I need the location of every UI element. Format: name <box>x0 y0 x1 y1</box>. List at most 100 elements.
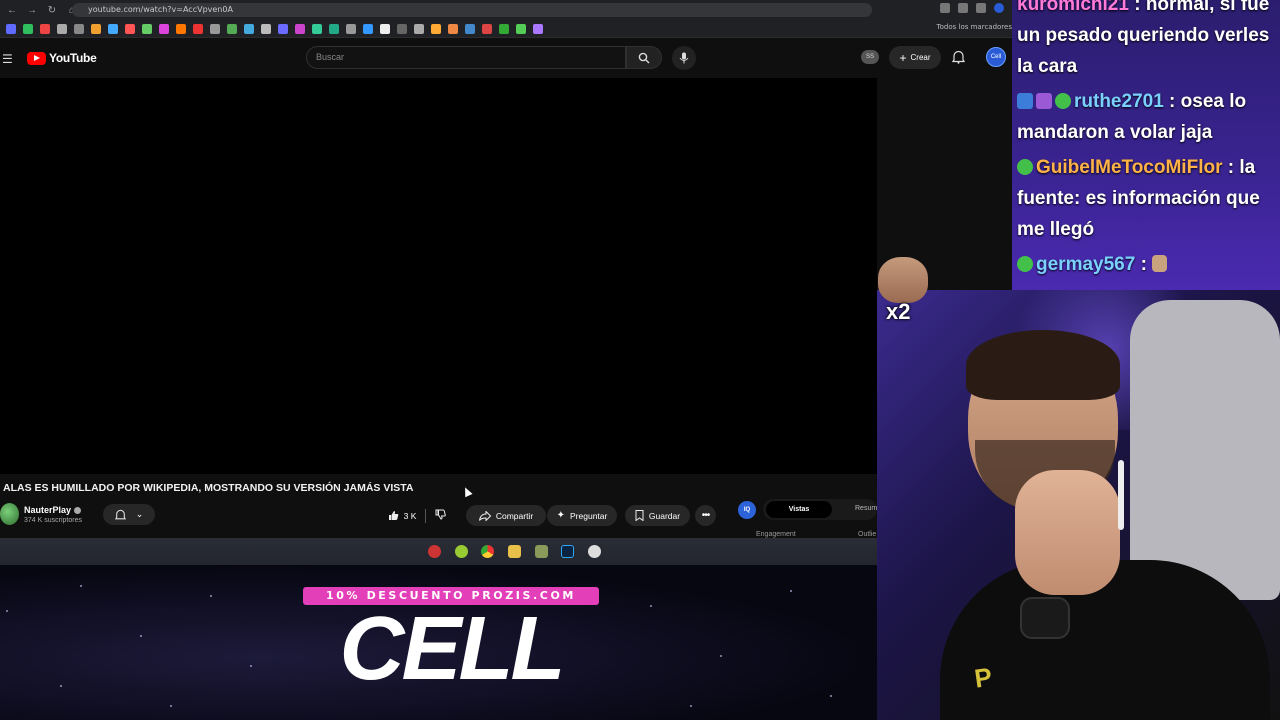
save-button[interactable]: Guardar <box>625 505 690 526</box>
bookmark-icon[interactable] <box>6 23 16 34</box>
account-avatar[interactable]: Cell <box>986 47 1006 67</box>
emote-icon <box>1152 255 1168 272</box>
bookmark-icon[interactable] <box>397 23 407 34</box>
bookmark-icon[interactable] <box>159 23 169 34</box>
extension-icon[interactable] <box>976 3 986 13</box>
bookmark-icon[interactable] <box>329 23 339 34</box>
like-dislike-group: 3 K <box>377 505 457 526</box>
menu-icon[interactable]: ☰ <box>2 52 13 66</box>
extension-logo[interactable]: IQ <box>738 501 756 519</box>
dislike-button[interactable] <box>435 509 447 522</box>
bookmark-icon <box>635 510 644 521</box>
youtube-play-icon <box>27 51 46 65</box>
bookmark-icon[interactable] <box>516 23 526 34</box>
bookmark-icon[interactable] <box>125 23 135 34</box>
thumbs-up-icon <box>388 511 398 520</box>
bookmark-icon[interactable] <box>499 23 509 34</box>
engagement-label[interactable]: Engagement <box>756 531 796 538</box>
channel-avatar[interactable] <box>0 503 19 525</box>
video-title: ALAS ES HUMILLADO POR WIKIPEDIA, MOSTRAN… <box>3 482 414 494</box>
address-bar: ← → ↻ ⌂ youtube.com/watch?v=AccVpven0A <box>0 0 1012 20</box>
notifications-button[interactable] <box>951 50 966 69</box>
chat-message: germay567 : <box>1017 249 1276 280</box>
chrome-icon[interactable] <box>481 545 494 558</box>
bell-icon <box>114 509 126 519</box>
create-label: Crear <box>910 53 931 62</box>
channel-name-text[interactable]: NauterPlay <box>24 505 71 515</box>
chat-username: germay567 <box>1036 254 1136 275</box>
bookmark-icon[interactable] <box>346 23 356 34</box>
bookmark-icon[interactable] <box>142 23 152 34</box>
bookmark-icon[interactable] <box>261 23 271 34</box>
bookmark-icon[interactable] <box>380 23 390 34</box>
bookmark-icon[interactable] <box>40 23 50 34</box>
search-button[interactable] <box>626 46 662 69</box>
bookmark-icon[interactable] <box>244 23 254 34</box>
badge-icon <box>1017 256 1033 272</box>
subscription-bell-button[interactable]: ⌄ <box>103 504 155 525</box>
plus-icon: + <box>899 50 907 65</box>
back-icon[interactable]: ← <box>4 2 20 18</box>
ss-badge[interactable]: SS <box>861 50 879 64</box>
video-player[interactable] <box>0 78 877 474</box>
like-divider <box>425 508 427 523</box>
tab-vistas[interactable]: Vistas <box>766 501 832 518</box>
all-bookmarks-label[interactable]: Todos los marcadores <box>937 23 1012 31</box>
chat-message: kuromichi21 : normal, si fue un pesado q… <box>1017 0 1276 82</box>
bookmark-icon[interactable] <box>108 23 118 34</box>
extension-icon[interactable] <box>958 3 968 13</box>
bookmark-icon[interactable] <box>363 23 373 34</box>
thumbs-down-icon <box>435 509 447 520</box>
bookmark-icon[interactable] <box>23 23 33 34</box>
bookmark-icon[interactable] <box>414 23 424 34</box>
bookmark-icon[interactable] <box>74 23 84 34</box>
bookmark-icon[interactable] <box>193 23 203 34</box>
bookmark-icon[interactable] <box>431 23 441 34</box>
earphone-cable <box>1118 460 1124 530</box>
bookmark-icon[interactable] <box>57 23 67 34</box>
bookmark-icon[interactable] <box>482 23 492 34</box>
like-button[interactable]: 3 K <box>388 510 416 521</box>
share-button[interactable]: Compartir <box>466 505 546 526</box>
profile-icon[interactable] <box>994 3 1004 13</box>
chat-message: ruthe2701 : osea lo mandaron a volar jaj… <box>1017 86 1276 148</box>
badge-icon <box>1017 159 1033 175</box>
channel-name[interactable]: NauterPlay <box>24 505 82 515</box>
youtube-header: ☰ YouTube Buscar SS + Crear Cell <box>0 38 1012 78</box>
ask-button[interactable]: ✦ Preguntar <box>547 505 617 526</box>
promo-brand-text: CELL <box>339 599 566 699</box>
bookmark-icon[interactable] <box>533 23 543 34</box>
search-input[interactable]: Buscar <box>306 46 626 69</box>
app-icon[interactable] <box>455 545 468 558</box>
app-icon[interactable] <box>535 545 548 558</box>
youtube-logo[interactable]: YouTube <box>27 51 97 65</box>
chat-message: GuibelMeTocoMiFlor : la fuente: es infor… <box>1017 152 1276 245</box>
app-icon[interactable] <box>428 545 441 558</box>
voice-search-button[interactable] <box>672 46 696 70</box>
reload-icon[interactable]: ↻ <box>44 2 60 18</box>
bookmark-icon[interactable] <box>227 23 237 34</box>
badge-icon <box>1055 93 1071 109</box>
more-actions-button[interactable]: ••• <box>695 505 716 526</box>
bookmark-icon[interactable] <box>210 23 220 34</box>
photoshop-icon[interactable] <box>561 545 574 558</box>
app-icon[interactable] <box>588 545 601 558</box>
forward-icon[interactable]: → <box>24 2 40 18</box>
folder-icon[interactable] <box>508 545 521 558</box>
bookmark-icon[interactable] <box>448 23 458 34</box>
ask-label: Preguntar <box>570 510 608 521</box>
create-button[interactable]: + Crear <box>889 46 941 69</box>
extension-icon[interactable] <box>940 3 950 13</box>
bookmark-icon[interactable] <box>176 23 186 34</box>
bookmark-icon[interactable] <box>295 23 305 34</box>
bookmark-icon[interactable] <box>465 23 475 34</box>
microphone-icon <box>679 52 689 64</box>
outlier-label[interactable]: Outlie <box>858 531 876 538</box>
tab-resumen[interactable]: Resum <box>855 505 877 512</box>
bookmark-icon[interactable] <box>312 23 322 34</box>
stream-frame: ← → ↻ ⌂ youtube.com/watch?v=AccVpven0A <box>0 0 1280 720</box>
bookmark-icon[interactable] <box>278 23 288 34</box>
bookmark-icon[interactable] <box>91 23 101 34</box>
url-field[interactable]: youtube.com/watch?v=AccVpven0A <box>72 3 872 17</box>
bell-icon <box>951 50 966 64</box>
